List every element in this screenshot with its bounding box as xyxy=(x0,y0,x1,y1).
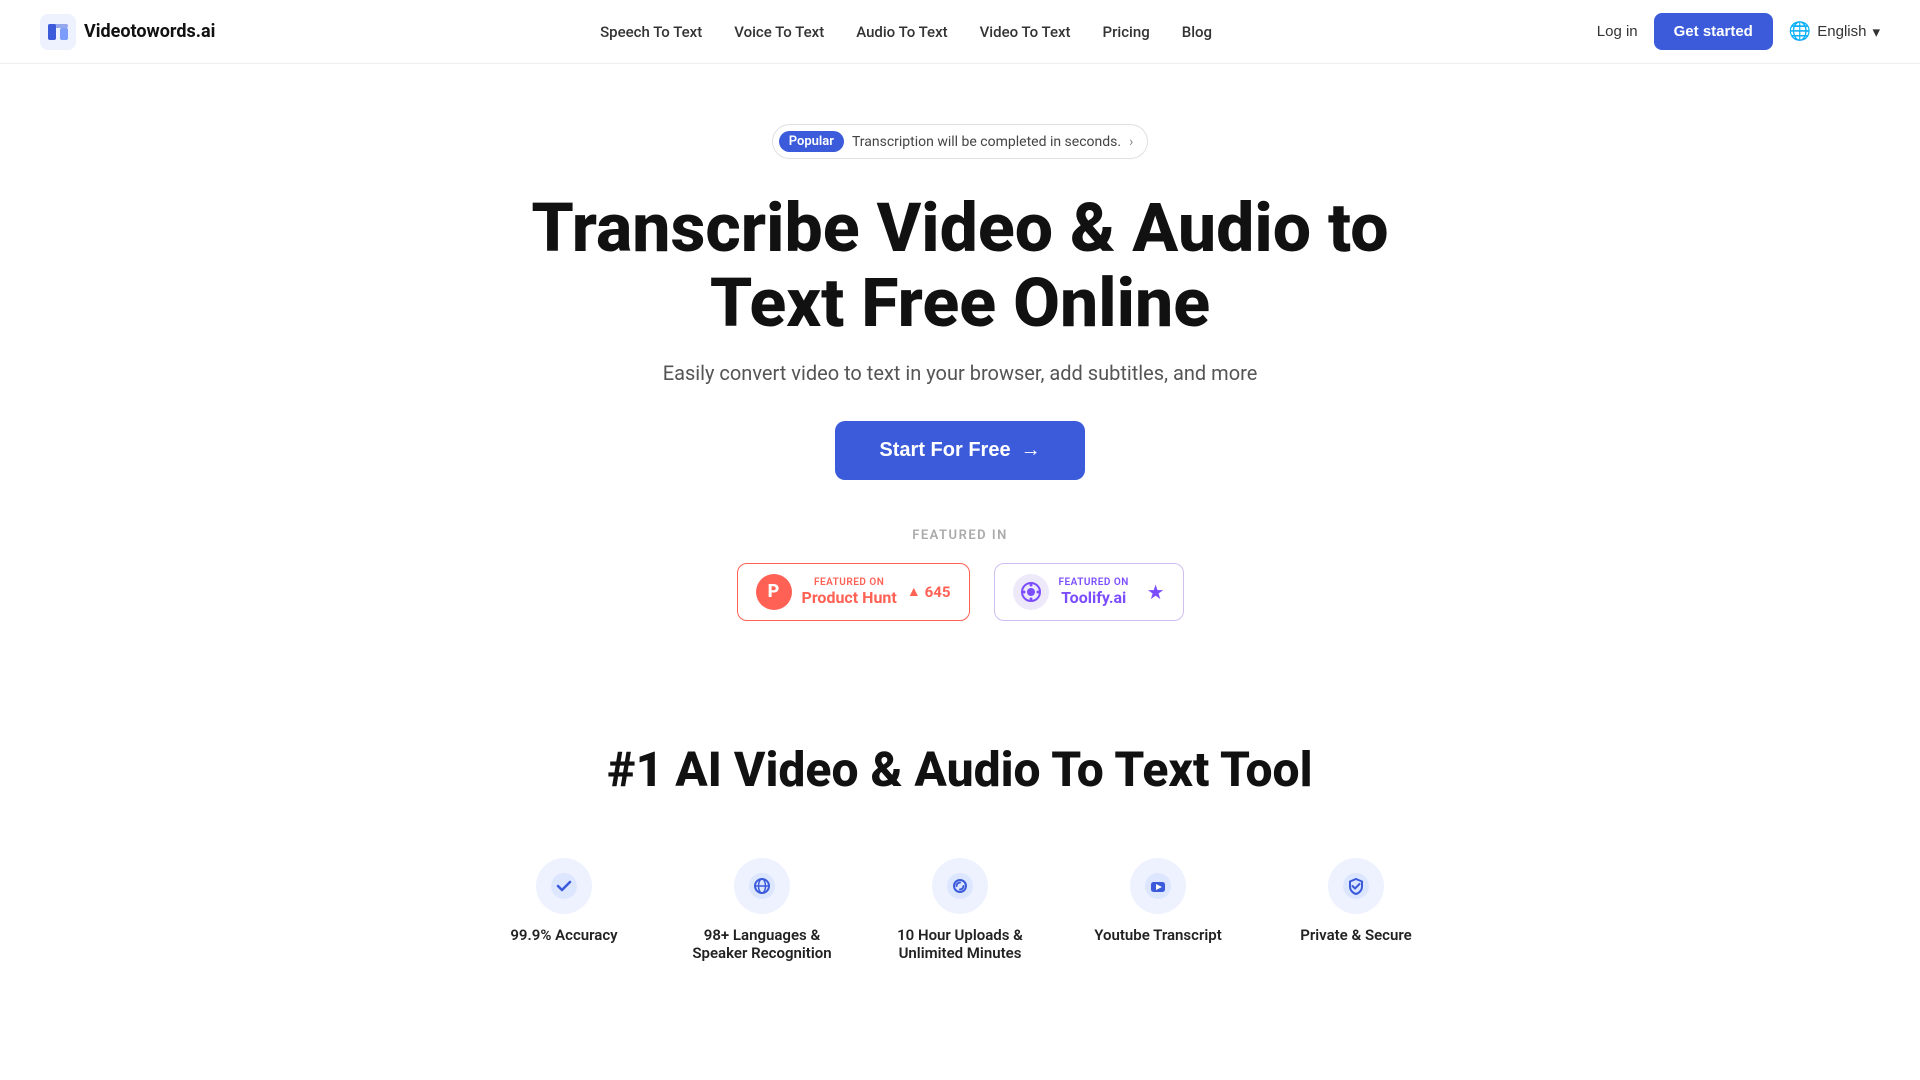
announcement-badge[interactable]: Popular Transcription will be completed … xyxy=(772,124,1149,159)
nav-blog[interactable]: Blog xyxy=(1182,23,1212,41)
login-button[interactable]: Log in xyxy=(1597,23,1638,40)
ai-tool-section: #1 AI Video & Audio To Text Tool 99.9% A… xyxy=(0,661,1920,1002)
uploads-label: 10 Hour Uploads & Unlimited Minutes xyxy=(885,926,1035,962)
hero-title: Transcribe Video & Audio to Text Free On… xyxy=(510,191,1410,341)
language-selector[interactable]: 🌐 English ▾ xyxy=(1789,21,1880,42)
uploads-icon-circle xyxy=(932,858,988,914)
ph-arrow-icon: ▲ xyxy=(907,583,921,600)
accuracy-icon-circle xyxy=(536,858,592,914)
ph-count-value: 645 xyxy=(925,583,951,601)
ai-title: #1 AI Video & Audio To Text Tool xyxy=(40,741,1880,798)
featured-badges: P FEATURED ON Product Hunt ▲ 645 xyxy=(737,563,1184,621)
language-label: English xyxy=(1817,23,1866,40)
languages-label: 98+ Languages & Speaker Recognition xyxy=(687,926,837,962)
nav-pricing[interactable]: Pricing xyxy=(1103,23,1150,41)
toolify-star-icon: ★ xyxy=(1147,580,1165,604)
secure-label: Private & Secure xyxy=(1300,926,1411,944)
youtube-icon-circle xyxy=(1130,858,1186,914)
feature-accuracy: 99.9% Accuracy xyxy=(489,858,639,962)
hero-section: Popular Transcription will be completed … xyxy=(0,64,1920,661)
nav-speech-to-text[interactable]: Speech To Text xyxy=(600,23,702,41)
secure-icon-circle xyxy=(1328,858,1384,914)
toolify-small-label: FEATURED ON xyxy=(1059,577,1129,588)
logo[interactable]: Videotowords.ai xyxy=(40,14,215,50)
toolify-name-label: Toolify.ai xyxy=(1059,588,1129,607)
languages-icon-circle xyxy=(734,858,790,914)
ph-small-label: FEATURED ON xyxy=(802,577,897,588)
feature-secure: Private & Secure xyxy=(1281,858,1431,962)
nav-video-to-text[interactable]: Video To Text xyxy=(980,23,1071,41)
product-hunt-badge[interactable]: P FEATURED ON Product Hunt ▲ 645 xyxy=(737,563,970,621)
ph-name-label: Product Hunt xyxy=(802,588,897,607)
featured-label: FEATURED IN xyxy=(912,528,1008,543)
logo-icon xyxy=(40,14,76,50)
feature-youtube: Youtube Transcript xyxy=(1083,858,1233,962)
toolify-icon xyxy=(1013,574,1049,610)
start-for-free-button[interactable]: Start For Free → xyxy=(835,421,1084,480)
feature-uploads: 10 Hour Uploads & Unlimited Minutes xyxy=(885,858,1035,962)
product-hunt-text: FEATURED ON Product Hunt xyxy=(802,577,897,607)
toolify-badge[interactable]: FEATURED ON Toolify.ai ★ xyxy=(994,563,1184,621)
hero-subtitle: Easily convert video to text in your bro… xyxy=(663,361,1258,385)
start-free-label: Start For Free xyxy=(879,439,1010,462)
nav-links: Speech To Text Voice To Text Audio To Te… xyxy=(600,23,1212,41)
feature-languages: 98+ Languages & Speaker Recognition xyxy=(687,858,837,962)
nav-right: Log in Get started 🌐 English ▾ xyxy=(1597,13,1880,50)
youtube-label: Youtube Transcript xyxy=(1094,926,1221,944)
ph-count: ▲ 645 xyxy=(907,583,951,601)
flag-icon: 🌐 xyxy=(1789,21,1811,42)
toolify-text: FEATURED ON Toolify.ai xyxy=(1059,577,1129,607)
arrow-right-icon: → xyxy=(1021,439,1041,462)
get-started-button[interactable]: Get started xyxy=(1654,13,1773,50)
logo-text: Videotowords.ai xyxy=(84,21,215,42)
features-grid: 99.9% Accuracy 98+ Languages & Speaker R… xyxy=(40,858,1880,962)
popular-badge: Popular xyxy=(779,131,844,152)
chevron-down-icon: ▾ xyxy=(1872,23,1880,41)
badge-text: Transcription will be completed in secon… xyxy=(852,134,1121,150)
product-hunt-icon: P xyxy=(756,574,792,610)
nav-voice-to-text[interactable]: Voice To Text xyxy=(734,23,824,41)
accuracy-label: 99.9% Accuracy xyxy=(510,926,617,944)
nav-audio-to-text[interactable]: Audio To Text xyxy=(856,23,947,41)
badge-arrow-icon: › xyxy=(1129,134,1133,150)
featured-section: FEATURED IN P FEATURED ON Product Hunt ▲… xyxy=(737,528,1184,621)
